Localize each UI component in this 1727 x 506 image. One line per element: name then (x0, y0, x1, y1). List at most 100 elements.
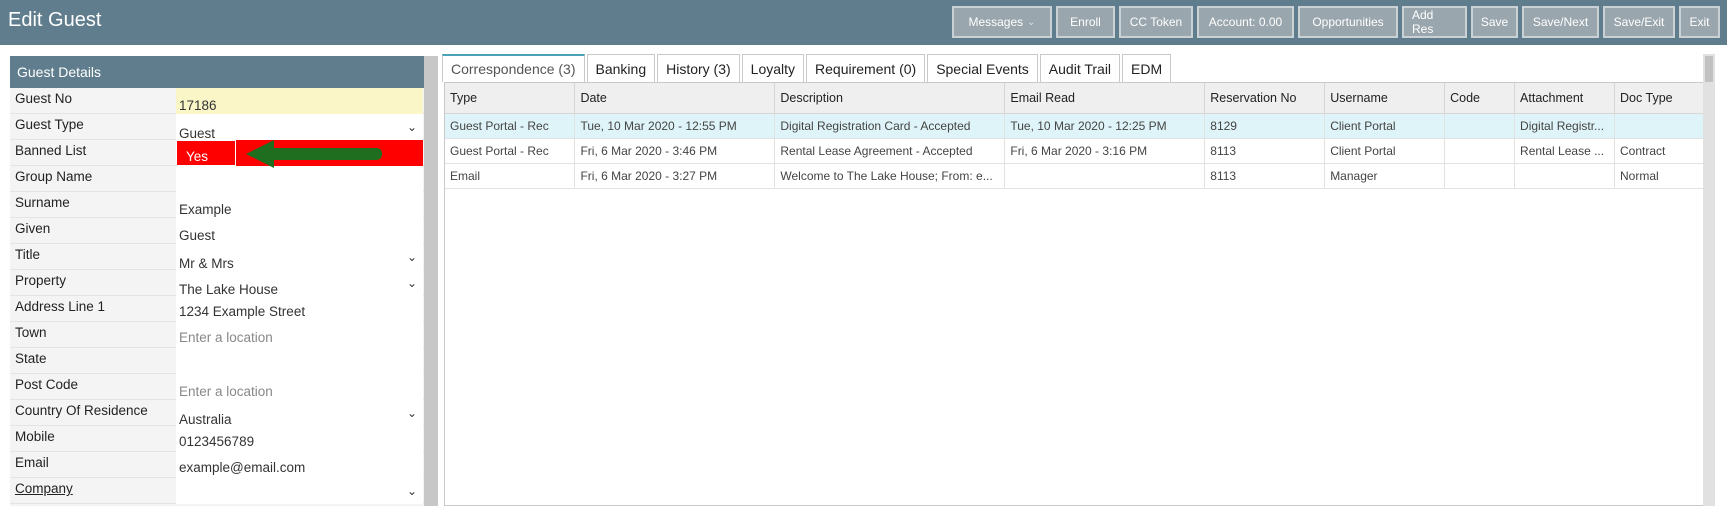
property-label: Property (15, 273, 67, 288)
column-header-date[interactable]: Date (574, 83, 776, 114)
column-header-code[interactable]: Code (1444, 83, 1516, 114)
tab-loyalty[interactable]: Loyalty (741, 54, 805, 82)
messages-button[interactable]: Messages ⌄ (952, 6, 1052, 38)
banned-list-value: Yes (186, 149, 209, 164)
table-cell: Digital Registration Card - Accepted (774, 113, 1006, 139)
field-company: Company ⌄ (10, 478, 437, 504)
guest-no-input[interactable] (176, 88, 423, 114)
chevron-down-icon: ⌄ (1027, 16, 1036, 28)
tab-edm[interactable]: EDM (1122, 54, 1172, 82)
company-select[interactable]: ⌄ (176, 478, 423, 504)
cc-token-button[interactable]: CC Token (1119, 6, 1193, 38)
field-state: State (10, 348, 437, 374)
banned-list-label: Banned List (15, 143, 87, 158)
title-select[interactable]: Mr & Mrs ⌄ (176, 244, 423, 271)
exit-button[interactable]: Exit (1679, 6, 1720, 38)
table-cell: Fri, 6 Mar 2020 - 3:16 PM (1004, 138, 1206, 164)
tab-requirement[interactable]: Requirement (0) (806, 54, 926, 82)
town-label: Town (15, 325, 47, 340)
address-line-1-input[interactable] (176, 296, 423, 322)
page-title: Edit Guest (8, 9, 102, 31)
correspondence-table: Type Date Description Email Read Reserva… (445, 83, 1715, 189)
surname-label: Surname (15, 195, 70, 210)
table-cell (1514, 163, 1616, 189)
correspondence-grid: Type Date Description Email Read Reserva… (444, 82, 1715, 506)
save-button[interactable]: Save (1471, 6, 1518, 38)
field-town: Town (10, 322, 437, 348)
messages-button-label: Messages (968, 15, 1024, 29)
table-row[interactable]: Guest Portal - Rec Fri, 6 Mar 2020 - 3:4… (445, 138, 1715, 164)
chevron-down-icon: ⌄ (406, 484, 417, 498)
town-input[interactable] (176, 322, 423, 348)
enroll-button[interactable]: Enroll (1056, 6, 1115, 38)
country-value: Australia (179, 412, 232, 427)
table-row[interactable]: Email Fri, 6 Mar 2020 - 3:27 PM Welcome … (445, 163, 1715, 189)
table-cell: Email (445, 163, 576, 189)
table-cell (1004, 163, 1206, 189)
left-panel-scrollbar[interactable] (424, 56, 438, 506)
group-name-label: Group Name (15, 169, 93, 184)
table-row[interactable]: Guest Portal - Rec Tue, 10 Mar 2020 - 12… (445, 113, 1715, 139)
field-guest-no: Guest No (10, 88, 437, 114)
field-guest-type: Guest Type Guest ⌄ (10, 114, 437, 141)
table-cell (1614, 113, 1715, 139)
field-property: Property The Lake House ⌄ (10, 270, 437, 297)
save-exit-button[interactable]: Save/Exit (1603, 6, 1675, 38)
guest-type-select[interactable]: Guest ⌄ (176, 114, 423, 141)
chevron-down-icon: ⌄ (406, 250, 417, 264)
opportunities-button[interactable]: Opportunities (1298, 6, 1398, 38)
table-cell (1444, 113, 1516, 139)
tab-correspondence[interactable]: Correspondence (3) (442, 54, 585, 82)
post-code-label: Post Code (15, 377, 79, 392)
left-arrow-icon (246, 140, 382, 168)
column-header-email-read[interactable]: Email Read (1004, 83, 1206, 114)
table-cell: Guest Portal - Rec (445, 113, 576, 139)
post-code-input[interactable] (176, 374, 423, 400)
column-header-description[interactable]: Description (774, 83, 1006, 114)
table-cell: Client Portal (1324, 138, 1446, 164)
tab-banking[interactable]: Banking (586, 54, 656, 82)
tab-special-events[interactable]: Special Events (927, 54, 1038, 82)
company-label[interactable]: Company (15, 481, 73, 496)
field-post-code: Post Code (10, 374, 437, 400)
table-cell: 8113 (1204, 138, 1326, 164)
table-cell: Rental Lease Agreement - Accepted (774, 138, 1006, 164)
field-address-line-1: Address Line 1 (10, 296, 437, 322)
tab-audit-trail[interactable]: Audit Trail (1039, 54, 1121, 82)
table-cell: Manager (1324, 163, 1446, 189)
add-res-button[interactable]: Add Res (1402, 6, 1467, 38)
table-cell: Tue, 10 Mar 2020 - 12:25 PM (1004, 113, 1206, 139)
field-email: Email (10, 452, 437, 478)
table-header-row: Type Date Description Email Read Reserva… (445, 83, 1715, 114)
column-header-type[interactable]: Type (445, 83, 576, 114)
grid-scrollbar-thumb[interactable] (1705, 56, 1713, 82)
account-button[interactable]: Account: 0.00 (1197, 6, 1294, 38)
property-value: The Lake House (179, 282, 279, 297)
column-header-attachment[interactable]: Attachment (1514, 83, 1616, 114)
field-country: Country Of Residence Australia ⌄ (10, 400, 437, 427)
toolbar: Messages ⌄ Enroll CC Token Account: 0.00… (952, 6, 1720, 38)
country-label: Country Of Residence (15, 403, 148, 418)
table-cell: Contract (1614, 138, 1715, 164)
email-input[interactable] (176, 452, 423, 478)
guest-type-value: Guest (179, 126, 216, 141)
table-cell: Welcome to The Lake House; From: e... (774, 163, 1006, 189)
column-header-reservation-no[interactable]: Reservation No (1204, 83, 1326, 114)
chevron-down-icon: ⌄ (406, 276, 417, 290)
property-select[interactable]: The Lake House ⌄ (176, 270, 423, 297)
surname-input[interactable] (176, 192, 423, 218)
save-next-button[interactable]: Save/Next (1522, 6, 1599, 38)
state-input[interactable] (176, 348, 423, 374)
address-line-1-label: Address Line 1 (15, 299, 106, 314)
table-cell: Tue, 10 Mar 2020 - 12:55 PM (574, 113, 776, 139)
country-select[interactable]: Australia ⌄ (176, 400, 423, 427)
given-input[interactable] (176, 218, 423, 244)
title-value: Mr & Mrs (179, 256, 234, 271)
field-title: Title Mr & Mrs ⌄ (10, 244, 437, 271)
table-cell: Fri, 6 Mar 2020 - 3:46 PM (574, 138, 776, 164)
mobile-input[interactable] (176, 426, 423, 452)
column-header-username[interactable]: Username (1324, 83, 1446, 114)
tab-history[interactable]: History (3) (657, 54, 740, 82)
grid-scrollbar[interactable] (1703, 54, 1715, 506)
column-header-doc-type[interactable]: Doc Type (1614, 83, 1715, 114)
